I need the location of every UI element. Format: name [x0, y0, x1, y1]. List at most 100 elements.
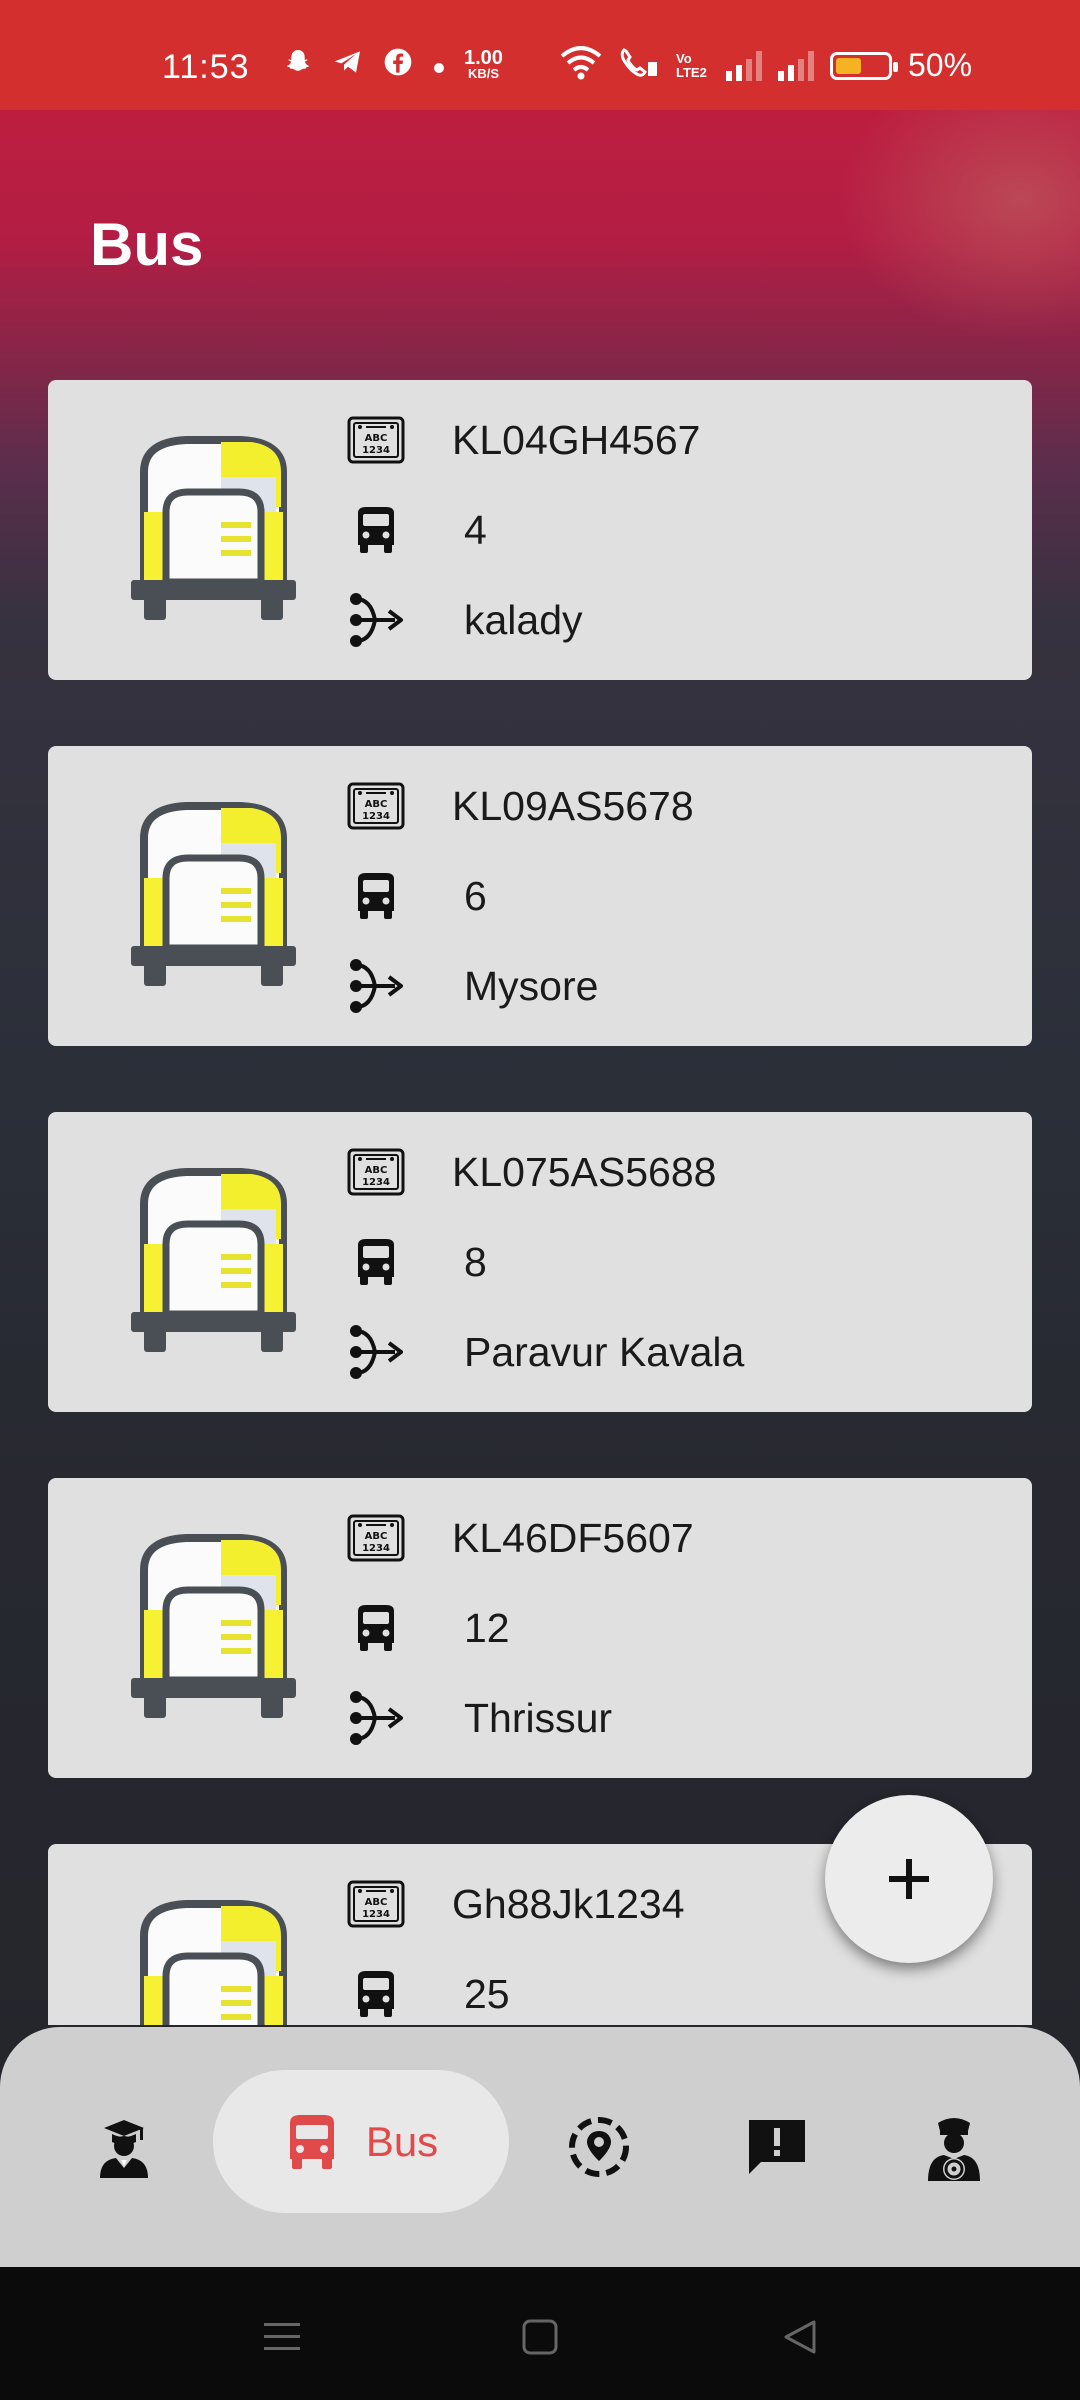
home-icon — [522, 2319, 558, 2355]
route-icon-wrap — [346, 590, 406, 650]
license-plate-icon: ABC 1234 — [347, 782, 405, 830]
page-title: Bus — [90, 211, 204, 278]
dot-icon — [432, 50, 446, 82]
bus-list[interactable]: ABC 1234 KL04GH4567 4 kalady ABC 1234 KL… — [48, 380, 1032, 2025]
nav-item-students[interactable] — [70, 2027, 178, 2267]
registration-number: KL04GH4567 — [452, 416, 701, 463]
bus-image — [131, 1168, 296, 1352]
net-speed: 1.00 KB/S — [464, 46, 503, 81]
svg-text:ABC: ABC — [365, 433, 388, 444]
bus-number-icon-wrap — [346, 1964, 406, 2024]
svg-text:1234: 1234 — [362, 811, 390, 822]
route-row: Thrissur — [346, 1688, 612, 1748]
registration-row: ABC 1234 KL09AS5678 — [346, 776, 694, 836]
svg-text:1234: 1234 — [362, 445, 390, 456]
bus-number: 4 — [464, 506, 487, 553]
battery-percent: 50% — [908, 47, 973, 83]
route-icon — [350, 1691, 403, 1745]
facebook-icon — [382, 46, 414, 85]
svg-text:1234: 1234 — [362, 1909, 390, 1920]
bus-number-icon-wrap — [346, 500, 406, 560]
snapchat-icon — [282, 46, 314, 85]
license-plate-icon: ABC 1234 — [347, 416, 405, 464]
system-nav-bar — [0, 2267, 1080, 2400]
student-icon — [100, 2120, 148, 2178]
registration-icon-wrap: ABC 1234 — [346, 1142, 406, 1202]
bus-card[interactable]: ABC 1234 KL09AS5678 6 Mysore — [48, 746, 1032, 1046]
route-icon — [350, 959, 403, 1013]
bus-number: 12 — [464, 1604, 510, 1651]
bus-number-icon-wrap — [346, 1598, 406, 1658]
notification-icons: 1.00 KB/S — [282, 46, 503, 85]
svg-text:1234: 1234 — [362, 1543, 390, 1554]
bus-number-icon-wrap — [346, 866, 406, 926]
bus-number-row: 6 — [346, 866, 487, 926]
registration-number: Gh88Jk1234 — [452, 1880, 685, 1927]
registration-row: ABC 1234 Gh88Jk1234 — [346, 1874, 685, 1934]
back-icon — [784, 2320, 816, 2354]
menu-icon — [264, 2323, 300, 2350]
svg-text:ABC: ABC — [365, 1165, 388, 1176]
license-plate-icon: ABC 1234 — [347, 1880, 405, 1928]
home-button[interactable] — [510, 2307, 570, 2367]
bus-image — [131, 436, 296, 620]
bus-number-icon — [358, 1971, 394, 2017]
bus-number-row: 12 — [346, 1598, 510, 1658]
registration-icon-wrap: ABC 1234 — [346, 410, 406, 470]
license-plate-icon: ABC 1234 — [347, 1514, 405, 1562]
svg-text:ABC: ABC — [365, 799, 388, 810]
svg-text:ABC: ABC — [365, 1531, 388, 1542]
bus-number-icon — [358, 873, 394, 919]
nav-item-drivers[interactable] — [900, 2027, 1008, 2267]
bus-number: 8 — [464, 1238, 487, 1285]
add-bus-button[interactable] — [825, 1795, 993, 1963]
route-icon-wrap — [346, 1688, 406, 1748]
feedback-icon — [749, 2120, 805, 2174]
menu-button[interactable] — [252, 2307, 312, 2367]
route-icon — [350, 593, 403, 647]
bus-card[interactable]: ABC 1234 KL04GH4567 4 kalady — [48, 380, 1032, 680]
bus-card[interactable]: ABC 1234 KL075AS5688 8 Paravur Kavala — [48, 1112, 1032, 1412]
bus-number-icon — [358, 1605, 394, 1651]
screen: 11:53 1.00 KB/S Vo LTE2 50% Bus ABC 1234… — [0, 0, 1080, 2400]
status-time: 11:53 — [162, 48, 250, 86]
plus-icon — [889, 1859, 929, 1899]
bus-image — [131, 1534, 296, 1718]
registration-row: ABC 1234 KL46DF5607 — [346, 1508, 694, 1568]
status-bar: 11:53 1.00 KB/S Vo LTE2 50% — [0, 0, 1080, 110]
svg-text:ABC: ABC — [365, 1897, 388, 1908]
registration-icon-wrap: ABC 1234 — [346, 1874, 406, 1934]
back-button[interactable] — [770, 2307, 830, 2367]
route-name: Thrissur — [464, 1694, 613, 1741]
nav-item-location[interactable] — [545, 2027, 653, 2267]
bus-image — [140, 1900, 287, 2025]
telegram-icon — [332, 46, 364, 85]
system-status-icons: Vo LTE2 50% — [560, 46, 972, 85]
nav-item-bus[interactable]: Bus — [213, 2070, 509, 2213]
wifi-icon — [560, 46, 602, 85]
wifi-call-icon — [618, 46, 660, 85]
route-name: Mysore — [464, 962, 599, 1009]
driver-icon — [928, 2118, 980, 2181]
bottom-nav: Bus — [0, 2027, 1080, 2267]
route-name: kalady — [464, 596, 583, 643]
bus-number-row: 4 — [346, 500, 487, 560]
route-icon-wrap — [346, 956, 406, 1016]
bus-number: 25 — [464, 1970, 510, 2017]
signal-icon — [778, 50, 814, 81]
bus-icon — [289, 2114, 334, 2169]
nav-item-feedback[interactable] — [723, 2027, 831, 2267]
bus-number-icon-wrap — [346, 1232, 406, 1292]
bus-card[interactable]: ABC 1234 KL46DF5607 12 Thrissur — [48, 1478, 1032, 1778]
volte-label: Vo LTE2 — [676, 50, 707, 80]
route-row: Mysore — [346, 956, 598, 1016]
signal-icon — [726, 50, 762, 81]
bus-number: 6 — [464, 872, 487, 919]
registration-number: KL075AS5688 — [452, 1148, 717, 1195]
registration-icon-wrap: ABC 1234 — [346, 776, 406, 836]
route-name: Paravur Kavala — [464, 1328, 745, 1375]
registration-row: ABC 1234 KL075AS5688 — [346, 1142, 716, 1202]
registration-row: ABC 1234 KL04GH4567 — [346, 410, 700, 470]
registration-number: KL09AS5678 — [452, 782, 694, 829]
route-row: Paravur Kavala — [346, 1322, 744, 1382]
